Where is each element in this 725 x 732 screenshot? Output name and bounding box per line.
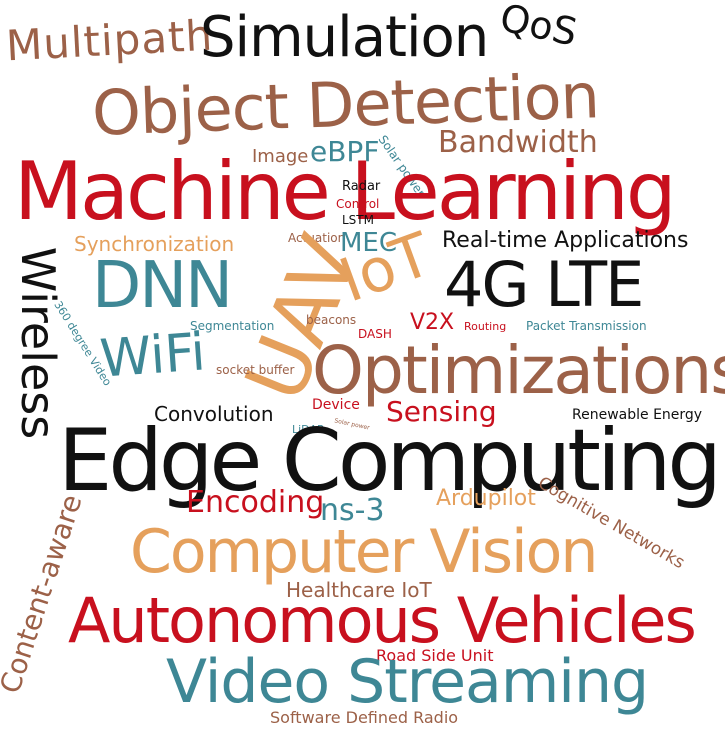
word-qos: QoS <box>496 0 582 55</box>
word-optimizations: Optimizations <box>312 332 725 409</box>
word-video-streaming: Video Streaming <box>166 647 649 717</box>
word-device: Device <box>312 397 360 413</box>
word-routing: Routing <box>464 320 507 333</box>
word-software-defined-radio: Software Defined Radio <box>270 708 459 727</box>
word-control: Control <box>336 197 380 211</box>
word-encoding: Encoding <box>186 485 325 520</box>
word-4g-lte: 4G LTE <box>444 248 644 321</box>
word-ardupilot: Ardupilot <box>436 486 536 511</box>
word-multipath: Multipath <box>4 10 215 71</box>
word-packet-transmission: Packet Transmission <box>526 319 647 333</box>
word-wireless: Wireless <box>11 246 66 440</box>
word-simulation: Simulation <box>200 5 489 70</box>
word-socket-buffer: socket buffer <box>216 363 295 377</box>
word-edge-computing: Edge Computing <box>58 411 722 511</box>
word-wifi: WiFi <box>98 322 208 390</box>
word-beacons: beacons <box>306 313 357 327</box>
word-cloud: Multipath Simulation QoS Object Detectio… <box>0 0 725 732</box>
word-autonomous-vehicles: Autonomous Vehicles <box>68 584 697 657</box>
word-lstm: LSTM <box>342 213 374 227</box>
word-radar: Radar <box>342 179 381 194</box>
word-dnn: DNN <box>92 249 233 323</box>
word-v2x: V2X <box>410 310 455 335</box>
word-computer-vision: Computer Vision <box>130 517 598 587</box>
